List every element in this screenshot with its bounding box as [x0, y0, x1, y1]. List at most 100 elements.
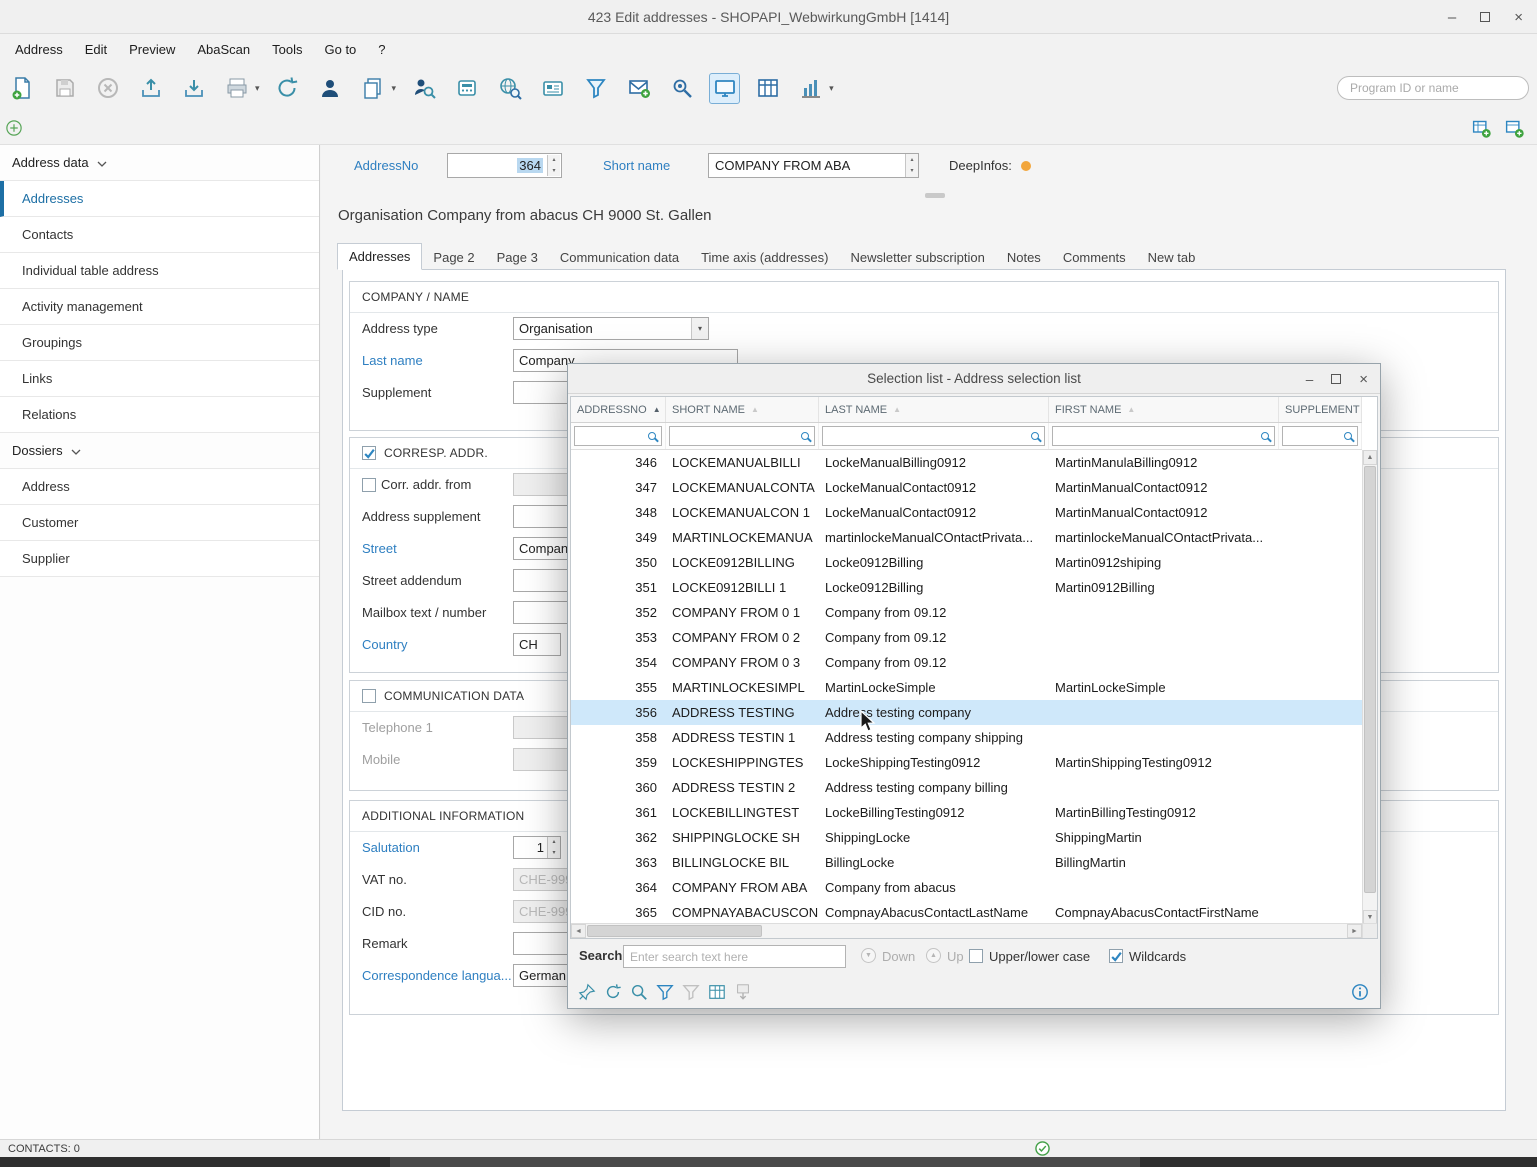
menu-item-address[interactable]: Address: [4, 37, 74, 62]
column-header-supplement[interactable]: SUPPLEMENT▲: [1279, 397, 1362, 422]
clear-filter-button[interactable]: [680, 982, 701, 1003]
new-mail-button[interactable]: [623, 73, 654, 104]
addressno-spinner[interactable]: ▴▾: [547, 155, 560, 176]
filter-button[interactable]: [580, 73, 611, 104]
program-search-input[interactable]: [1337, 76, 1529, 100]
add-button[interactable]: [5, 119, 23, 137]
sidebar-item-addresses[interactable]: Addresses: [0, 181, 319, 217]
sidebar-section-address-data[interactable]: Address data: [0, 145, 319, 181]
country-input[interactable]: [513, 633, 561, 656]
scroll-left-icon[interactable]: ◄: [571, 924, 586, 938]
refresh-button[interactable]: [272, 73, 303, 104]
add-window-button[interactable]: [1504, 118, 1525, 139]
table-row[interactable]: 354COMPANY FROM 0 3Company from 09.12: [571, 650, 1362, 675]
tab-new-tab[interactable]: New tab: [1137, 245, 1207, 270]
table-row[interactable]: 360ADDRESS TESTIN 2Address testing compa…: [571, 775, 1362, 800]
table-row[interactable]: 355MARTINLOCKESIMPLMartinLockeSimpleMart…: [571, 675, 1362, 700]
table-row[interactable]: 358ADDRESS TESTIN 1Address testing compa…: [571, 725, 1362, 750]
dialog-titlebar[interactable]: Selection list - Address selection list …: [568, 364, 1380, 394]
refresh-list-button[interactable]: [602, 982, 623, 1003]
shortname-spinner[interactable]: ▴▾: [905, 154, 918, 177]
tab-newsletter-subscription[interactable]: Newsletter subscription: [839, 245, 995, 270]
column-header-short-name[interactable]: SHORT NAME▲: [666, 397, 819, 422]
chart-button[interactable]: ▾: [795, 73, 834, 104]
column-header-first-name[interactable]: FIRST NAME▲: [1049, 397, 1279, 422]
info-button[interactable]: [1349, 982, 1370, 1003]
person-search-button[interactable]: [408, 73, 439, 104]
menu-item-preview[interactable]: Preview: [118, 37, 186, 62]
scrollbar-thumb[interactable]: [1364, 466, 1376, 893]
export-list-button[interactable]: [732, 982, 753, 1003]
dialog-minimize-button[interactable]: –: [1306, 372, 1314, 387]
window-close-button[interactable]: ×: [1514, 10, 1523, 25]
tab-communication-data[interactable]: Communication data: [549, 245, 690, 270]
new-address-button[interactable]: [6, 73, 37, 104]
sidebar-item-activity-management[interactable]: Activity management: [0, 289, 319, 325]
chevron-down-icon[interactable]: ▾: [691, 318, 708, 339]
window-titlebar[interactable]: 423 Edit addresses - SHOPAPI_WebwirkungG…: [0, 0, 1537, 34]
sidebar-item-customer[interactable]: Customer: [0, 505, 319, 541]
corr-addr-from-checkbox[interactable]: [362, 478, 376, 492]
pin-button[interactable]: [576, 982, 597, 1003]
table-row[interactable]: 348LOCKEMANUALCON 1LockeManualContact091…: [571, 500, 1362, 525]
print-button[interactable]: ▾: [221, 73, 260, 104]
scroll-up-icon[interactable]: ▲: [1363, 450, 1377, 465]
tab-comments[interactable]: Comments: [1052, 245, 1137, 270]
table-view-button[interactable]: [752, 73, 783, 104]
menu-item-item[interactable]: ?: [367, 37, 396, 62]
wildcards-checkbox[interactable]: [1109, 949, 1123, 963]
addressno-input[interactable]: 364 ▴▾: [447, 153, 562, 178]
column-header-last-name[interactable]: LAST NAME▲: [819, 397, 1049, 422]
communication-data-checkbox[interactable]: [362, 689, 376, 703]
filter-input-first-name[interactable]: [1052, 426, 1275, 446]
filter-input-last-name[interactable]: [822, 426, 1045, 446]
chevron-down-icon[interactable]: ▾: [392, 83, 397, 94]
chevron-down-icon[interactable]: ▾: [829, 83, 834, 94]
corresp-addr-checkbox[interactable]: [362, 446, 376, 460]
salutation-spinner[interactable]: ▴▾: [547, 837, 560, 858]
table-row[interactable]: 365COMPNAYABACUSCONCompnayAbacusContactL…: [571, 900, 1362, 925]
scrollbar-thumb[interactable]: [587, 925, 762, 937]
contacts-button[interactable]: [315, 73, 346, 104]
column-header-addressno[interactable]: ADDRESSNO▲: [571, 397, 666, 422]
export-button[interactable]: [178, 73, 209, 104]
tab-time-axis-addresses[interactable]: Time axis (addresses): [690, 245, 839, 270]
search-button[interactable]: [628, 982, 649, 1003]
menu-item-edit[interactable]: Edit: [74, 37, 118, 62]
dialog-maximize-button[interactable]: [1331, 374, 1341, 384]
vertical-scrollbar[interactable]: ▲ ▼: [1362, 450, 1377, 925]
address-type-select[interactable]: Organisation ▾: [513, 317, 709, 340]
scroll-right-icon[interactable]: ►: [1347, 924, 1362, 938]
sidebar-item-contacts[interactable]: Contacts: [0, 217, 319, 253]
table-row[interactable]: 346LOCKEMANUALBILLILockeManualBilling091…: [571, 450, 1362, 475]
table-row[interactable]: 359LOCKESHIPPINGTESLockeShippingTesting0…: [571, 750, 1362, 775]
horizontal-scrollbar[interactable]: ◄ ►: [571, 923, 1362, 938]
dialog-close-button[interactable]: ×: [1359, 371, 1368, 388]
web-search-button[interactable]: [494, 73, 525, 104]
cancel-button[interactable]: [92, 73, 123, 104]
tab-addresses[interactable]: Addresses: [337, 243, 422, 270]
sidebar-item-individual-table-address[interactable]: Individual table address: [0, 253, 319, 289]
menu-item-go-to[interactable]: Go to: [313, 37, 367, 62]
window-maximize-button[interactable]: [1480, 12, 1490, 22]
sidebar-item-links[interactable]: Links: [0, 361, 319, 397]
search-settings-button[interactable]: [666, 73, 697, 104]
sidebar-section-dossiers[interactable]: Dossiers: [0, 433, 319, 469]
tab-notes[interactable]: Notes: [996, 245, 1052, 270]
dialog-search-input[interactable]: [623, 945, 846, 968]
tab-page-2[interactable]: Page 2: [422, 245, 485, 270]
table-settings-button[interactable]: [706, 982, 727, 1003]
case-checkbox[interactable]: [969, 949, 983, 963]
table-row[interactable]: 349MARTINLOCKEMANUAmartinlockeManualCOnt…: [571, 525, 1362, 550]
search-down-button[interactable]: ▼: [861, 948, 876, 963]
table-row[interactable]: 363BILLINGLOCKE BILBillingLockeBillingMa…: [571, 850, 1362, 875]
window-minimize-button[interactable]: –: [1448, 10, 1456, 25]
sidebar-item-supplier[interactable]: Supplier: [0, 541, 319, 577]
filter-input-short-name[interactable]: [669, 426, 815, 446]
import-button[interactable]: [135, 73, 166, 104]
search-up-button[interactable]: ▲: [926, 948, 941, 963]
table-row[interactable]: 361LOCKEBILLINGTESTLockeBillingTesting09…: [571, 800, 1362, 825]
table-row[interactable]: 352COMPANY FROM 0 1Company from 09.12: [571, 600, 1362, 625]
sidebar-item-relations[interactable]: Relations: [0, 397, 319, 433]
tab-page-3[interactable]: Page 3: [486, 245, 549, 270]
